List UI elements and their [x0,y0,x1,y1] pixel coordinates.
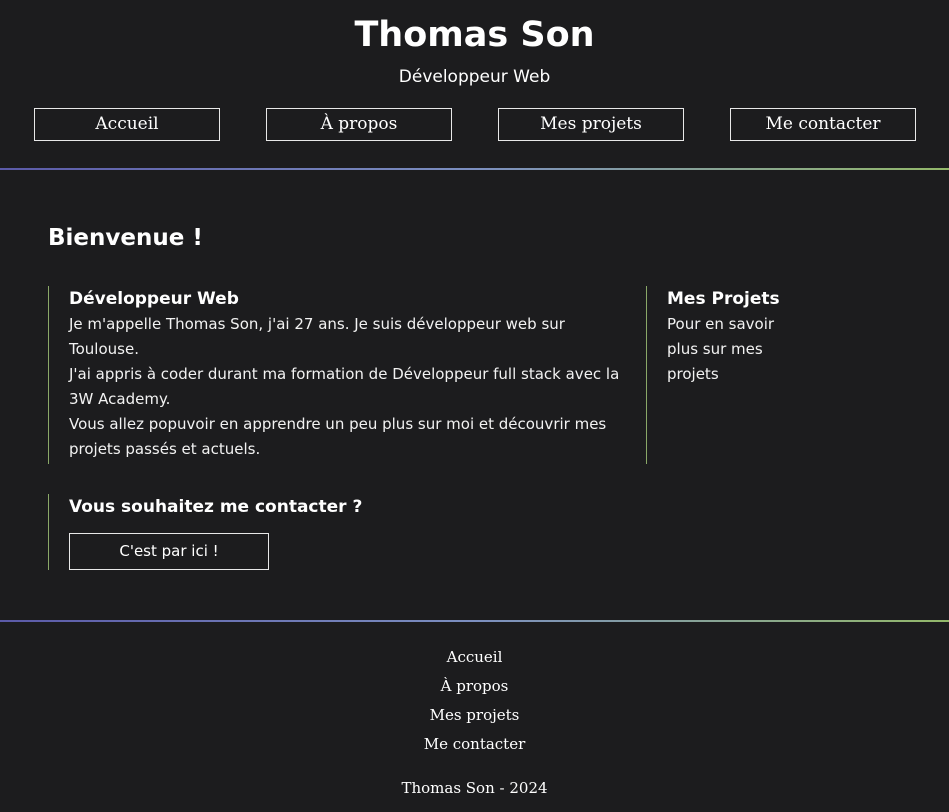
projects-card-title: Mes Projets [667,289,780,309]
footer-link-me-contacter[interactable]: Me contacter [0,733,949,755]
nav-link-mes-projets[interactable]: Mes projets [498,108,684,141]
nav-link-a-propos[interactable]: À propos [266,108,452,141]
intro-paragraph: J'ai appris à coder durant ma formation … [69,365,620,408]
projects-card[interactable]: Mes Projets Pour en savoir plus sur mes … [646,286,796,464]
contact-card-title: Vous souhaitez me contacter ? [69,497,363,517]
contact-button[interactable]: C'est par ici ! [69,533,269,570]
footer-link-accueil[interactable]: Accueil [0,646,949,668]
site-subtitle: Développeur Web [398,67,551,87]
nav-link-me-contacter[interactable]: Me contacter [730,108,916,141]
footer-copyright: Thomas Son - 2024 [401,779,548,797]
header-divider [0,168,949,170]
site-title: Thomas Son [354,15,595,55]
intro-card: Développeur Web Je m'appelle Thomas Son,… [48,286,628,464]
welcome-heading: Bienvenue ! [48,225,203,251]
footer-link-a-propos[interactable]: À propos [0,675,949,697]
intro-paragraph: Vous allez popuvoir en apprendre un peu … [69,415,607,458]
projects-card-text: Pour en savoir plus sur mes projets [667,315,775,383]
intro-paragraph: Je m'appelle Thomas Son, j'ai 27 ans. Je… [69,315,565,358]
site-header: Thomas Son Développeur Web Accueil À pro… [0,0,949,170]
footer-link-mes-projets[interactable]: Mes projets [0,704,949,726]
footer-divider [0,620,949,622]
intro-card-title: Développeur Web [69,289,239,309]
nav-link-accueil[interactable]: Accueil [34,108,220,141]
